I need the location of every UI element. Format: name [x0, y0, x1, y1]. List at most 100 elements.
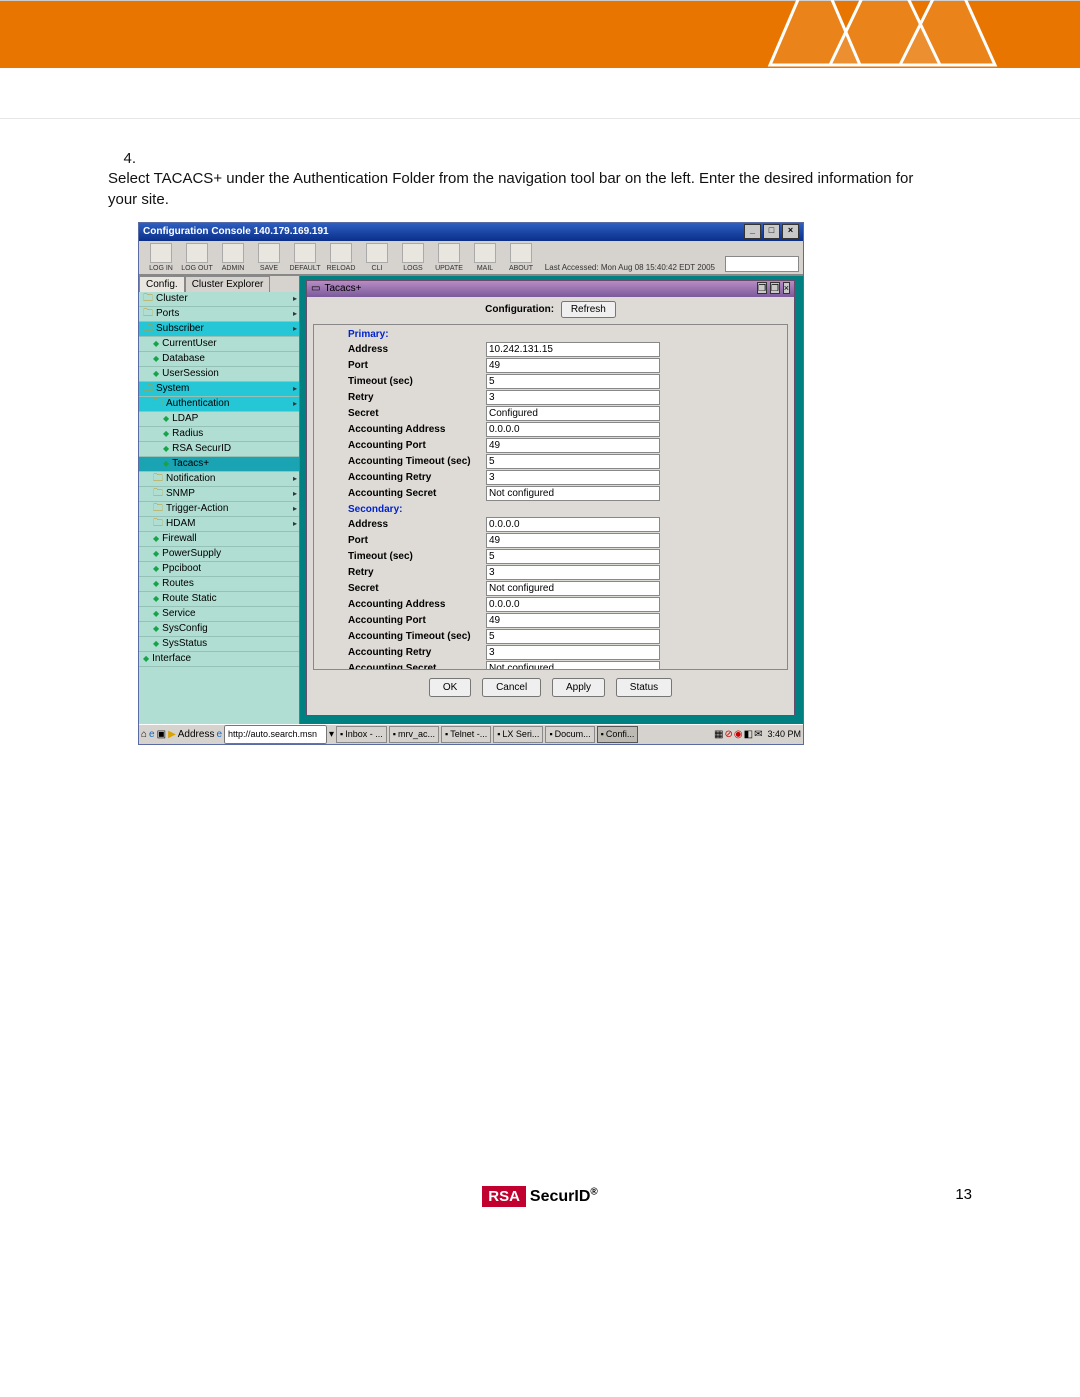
taskbar-app[interactable]: ▪Confi...: [597, 726, 639, 743]
accounting-address-input[interactable]: [486, 422, 660, 437]
toolbar-search-input[interactable]: [725, 256, 799, 272]
accounting-timeout-sec--input[interactable]: [486, 454, 660, 469]
ok-button[interactable]: OK: [429, 678, 471, 697]
maximize-icon[interactable]: □: [763, 224, 780, 239]
restore-icon[interactable]: ❐: [757, 282, 767, 294]
toolbar-log-out[interactable]: LOG OUT: [179, 243, 215, 272]
toolbar-save[interactable]: SAVE: [251, 243, 287, 272]
toolbar-logs[interactable]: LOGS: [395, 243, 431, 272]
tree-node-cluster[interactable]: 🗀Cluster▸: [139, 292, 299, 307]
taskbar-app[interactable]: ▪Inbox - ...: [336, 726, 387, 743]
tab-cluster-explorer[interactable]: Cluster Explorer: [185, 276, 271, 292]
toolbar-cli[interactable]: CLI: [359, 243, 395, 272]
apply-button[interactable]: Apply: [552, 678, 605, 697]
panel-header[interactable]: ▭ Tacacs+ ❐ ❐ ×: [307, 281, 794, 297]
tree-node-service[interactable]: ◆Service: [139, 607, 299, 622]
tray-icon[interactable]: ▦: [714, 729, 723, 740]
desktop-icon[interactable]: ⌂: [141, 729, 147, 740]
tree-node-usersession[interactable]: ◆UserSession: [139, 367, 299, 382]
retry-input[interactable]: [486, 390, 660, 405]
port-input[interactable]: [486, 358, 660, 373]
accounting-port-input[interactable]: [486, 438, 660, 453]
accounting-secret-input[interactable]: [486, 486, 660, 501]
secret-input[interactable]: [486, 581, 660, 596]
toolbar-log-in[interactable]: LOG IN: [143, 243, 179, 272]
taskbar-app[interactable]: ▪LX Seri...: [493, 726, 543, 743]
system-tray[interactable]: ▦ ⊘ ◉ ◧ ✉ 3:40 PM: [714, 729, 801, 740]
accounting-address-input[interactable]: [486, 597, 660, 612]
accounting-retry-input[interactable]: [486, 645, 660, 660]
address-input[interactable]: [486, 517, 660, 532]
tab-config[interactable]: Config.: [139, 276, 185, 292]
refresh-button[interactable]: Refresh: [561, 301, 616, 318]
tree-node-subscriber[interactable]: 🗀Subscriber▸: [139, 322, 299, 337]
window-titlebar[interactable]: Configuration Console 140.179.169.191 _ …: [139, 223, 803, 241]
tree-node-rsa-securid[interactable]: ◆RSA SecurID: [139, 442, 299, 457]
tray-icon[interactable]: ◉: [734, 729, 743, 740]
tree-node-notification[interactable]: 🗀Notification▸: [139, 472, 299, 487]
dropdown-icon[interactable]: ▾: [329, 729, 334, 740]
tree-node-authentication[interactable]: 🗀Authentication▸: [139, 397, 299, 412]
toolbar-mail[interactable]: MAIL: [467, 243, 503, 272]
toolbar-default[interactable]: DEFAULT: [287, 243, 323, 272]
secret-input[interactable]: [486, 406, 660, 421]
tree-node-hdam[interactable]: 🗀HDAM▸: [139, 517, 299, 532]
tree-node-ppciboot[interactable]: ◆Ppciboot: [139, 562, 299, 577]
tree-node-sysstatus[interactable]: ◆SysStatus: [139, 637, 299, 652]
tree-node-sysconfig[interactable]: ◆SysConfig: [139, 622, 299, 637]
folder-icon[interactable]: ▣: [157, 729, 166, 740]
tray-icon[interactable]: ⊘: [725, 729, 733, 740]
timeout-sec--input[interactable]: [486, 549, 660, 564]
address-input[interactable]: [224, 725, 327, 744]
tree-node-tacacs-[interactable]: ◆Tacacs+: [139, 457, 299, 472]
toolbar-update[interactable]: UPDATE: [431, 243, 467, 272]
tree-node-ports[interactable]: 🗀Ports▸: [139, 307, 299, 322]
tray-icon[interactable]: ✉: [754, 729, 762, 740]
close-icon[interactable]: ×: [783, 282, 790, 294]
expand-icon: ▸: [293, 502, 297, 516]
tree-node-radius[interactable]: ◆Radius: [139, 427, 299, 442]
close-icon[interactable]: ×: [782, 224, 799, 239]
tree-node-routes[interactable]: ◆Routes: [139, 577, 299, 592]
tacacs-form[interactable]: Primary:AddressPortTimeout (sec)RetrySec…: [313, 324, 788, 670]
tree-node-ldap[interactable]: ◆LDAP: [139, 412, 299, 427]
toolbar-reload[interactable]: RELOAD: [323, 243, 359, 272]
taskbar-app[interactable]: ▪Docum...: [545, 726, 594, 743]
tree-label: Routes: [162, 577, 194, 591]
tree-node-powersupply[interactable]: ◆PowerSupply: [139, 547, 299, 562]
retry-input[interactable]: [486, 565, 660, 580]
tree-node-system[interactable]: 🗀System▸: [139, 382, 299, 397]
minimize-icon[interactable]: _: [744, 224, 761, 239]
tree-label: Firewall: [162, 532, 196, 546]
taskbar-app[interactable]: ▪mrv_ac...: [389, 726, 439, 743]
windows-taskbar[interactable]: ⌂ e ▣ ▶ Address e ▾ ▪Inbox - ...▪mrv_ac.…: [139, 724, 803, 744]
tree-node-database[interactable]: ◆Database: [139, 352, 299, 367]
field-label: Accounting Secret: [348, 488, 486, 499]
accounting-secret-input[interactable]: [486, 661, 660, 670]
toolbar-about[interactable]: ABOUT: [503, 243, 539, 272]
tree-node-currentuser[interactable]: ◆CurrentUser: [139, 337, 299, 352]
accounting-port-input[interactable]: [486, 613, 660, 628]
address-input[interactable]: [486, 342, 660, 357]
play-icon[interactable]: ▶: [168, 729, 176, 740]
status-button[interactable]: Status: [616, 678, 672, 697]
toolbar-admin[interactable]: ADMIN: [215, 243, 251, 272]
tray-icon[interactable]: ◧: [744, 729, 753, 740]
taskbar-app[interactable]: ▪Telnet -...: [441, 726, 491, 743]
maximize-icon[interactable]: ❐: [770, 282, 780, 294]
navigation-tree[interactable]: 🗀Cluster▸🗀Ports▸🗀Subscriber▸◆CurrentUser…: [139, 292, 299, 667]
tree-node-trigger-action[interactable]: 🗀Trigger-Action▸: [139, 502, 299, 517]
cancel-button[interactable]: Cancel: [482, 678, 541, 697]
ie-icon[interactable]: e: [149, 729, 155, 740]
accounting-retry-input[interactable]: [486, 470, 660, 485]
tree-node-firewall[interactable]: ◆Firewall: [139, 532, 299, 547]
accounting-timeout-sec--input[interactable]: [486, 629, 660, 644]
configuration-console-window: Configuration Console 140.179.169.191 _ …: [138, 222, 804, 745]
timeout-sec--input[interactable]: [486, 374, 660, 389]
tree-node-snmp[interactable]: 🗀SNMP▸: [139, 487, 299, 502]
tree-node-interface[interactable]: ◆Interface: [139, 652, 299, 667]
tree-node-route-static[interactable]: ◆Route Static: [139, 592, 299, 607]
form-row: Address: [348, 342, 781, 358]
tree-label: SysStatus: [162, 637, 207, 651]
port-input[interactable]: [486, 533, 660, 548]
